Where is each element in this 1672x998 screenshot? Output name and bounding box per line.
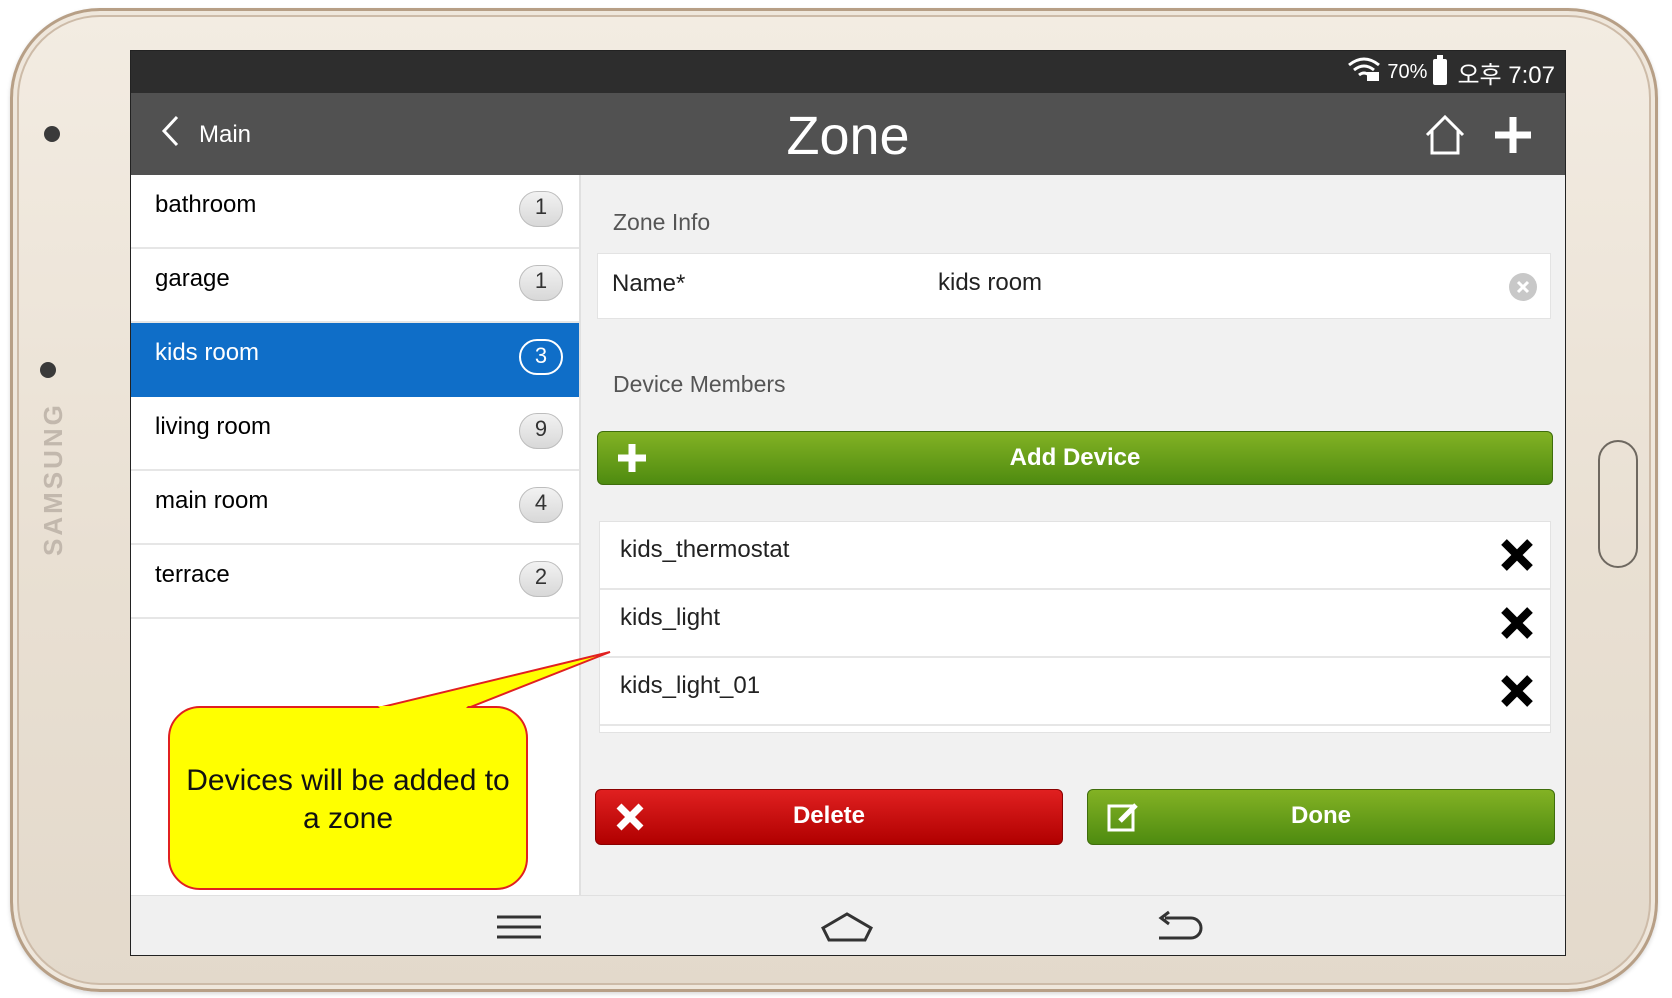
app-bar: Main Zone [131,93,1565,175]
status-indicators: 70% 오후 7:07 [1347,51,1555,93]
zone-count-badge: 2 [519,561,563,597]
zone-name: garage [155,265,230,292]
nav-home-icon[interactable] [819,908,875,946]
front-camera [44,126,60,142]
home-icon[interactable] [1421,111,1469,159]
add-device-label: Add Device [1009,444,1141,471]
page-title: Zone [786,106,910,166]
callout-text: Devices will be added to a zone [186,764,510,835]
zone-info-label: Zone Info [613,209,711,235]
zone-item-garage[interactable]: garage 1 [131,249,579,323]
device-brand-logo: SAMSUNG [38,402,68,556]
list-item: kids_light_01 [600,658,1550,726]
done-label: Done [1291,802,1351,829]
close-x-icon[interactable] [1498,604,1536,642]
close-x-icon[interactable] [1498,536,1536,574]
name-field-row: Name* [597,253,1551,319]
list-item: kids_thermostat [600,522,1550,590]
zone-count-badge: 1 [519,265,563,301]
nav-back-icon[interactable] [1151,908,1207,946]
zone-item-terrace[interactable]: terrace 2 [131,545,579,619]
zone-count-badge: 3 [519,339,563,375]
member-name: kids_thermostat [620,536,790,563]
done-button[interactable]: Done [1087,789,1555,845]
zone-name: kids room [155,339,260,366]
list-item: kids_light [600,590,1550,658]
wifi-icon [1347,56,1381,88]
annotation-callout: Devices will be added to a zone [168,706,528,890]
status-time: 오후 7:07 [1457,61,1555,89]
add-icon[interactable] [1489,111,1537,159]
zone-name: main room [155,487,269,514]
device-members-list: kids_thermostat kids_light kids_light_01 [599,521,1551,733]
zone-detail-panel: Zone Info Name* Device Members Add Devic… [581,175,1565,895]
battery-percent: 70% [1387,60,1428,83]
zone-name: living room [155,413,272,440]
member-name: kids_light_01 [620,672,761,699]
clear-icon[interactable] [1508,272,1538,302]
add-device-button[interactable]: Add Device [597,431,1553,485]
system-nav-bar [131,895,1565,955]
zone-count-badge: 9 [519,413,563,449]
battery-icon [1433,55,1448,85]
member-name: kids_light [620,604,721,631]
close-x-icon[interactable] [1498,672,1536,710]
zone-item-kids-room[interactable]: kids room 3 [131,323,579,397]
delete-button[interactable]: Delete [595,789,1063,845]
sensor-dot [40,362,56,378]
zone-item-living-room[interactable]: living room 9 [131,397,579,471]
name-label: Name* [612,270,686,297]
zone-name: bathroom [155,191,257,218]
zone-item-main-room[interactable]: main room 4 [131,471,579,545]
delete-label: Delete [792,802,866,829]
zone-count-badge: 4 [519,487,563,523]
hw-home-button[interactable] [1598,440,1638,568]
zone-name: terrace [155,561,230,588]
menu-icon[interactable] [491,908,547,946]
status-bar: 70% 오후 7:07 [131,51,1565,93]
zone-count-badge: 1 [519,191,563,227]
device-members-label: Device Members [613,371,786,397]
zone-name-input[interactable] [938,266,1458,300]
zone-item-bathroom[interactable]: bathroom 1 [131,175,579,249]
